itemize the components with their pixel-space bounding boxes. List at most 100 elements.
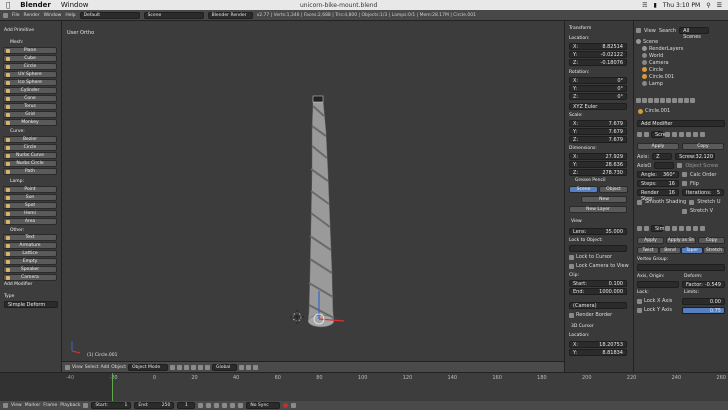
bezier-button[interactable]: Bezier xyxy=(3,136,57,143)
end-frame-field[interactable]: End: 250 xyxy=(134,402,175,409)
axis-select[interactable]: Z xyxy=(652,153,673,160)
cursor-x-field[interactable]: X: 18.20753 xyxy=(569,341,627,348)
editmode-toggle-icon[interactable] xyxy=(679,132,684,137)
outliner-item-scene[interactable]: Scene xyxy=(636,38,726,45)
cone-button[interactable]: Cone xyxy=(3,95,57,102)
cursor-header[interactable]: 3D Cursor xyxy=(571,323,594,330)
lock-cursor-row[interactable]: Lock to Cursor xyxy=(569,254,612,260)
menu-help[interactable]: Help xyxy=(65,13,75,18)
move-up-icon[interactable] xyxy=(686,132,691,137)
select-menu[interactable]: Select xyxy=(85,365,99,370)
object-screw-checkbox[interactable] xyxy=(677,163,683,168)
material-tab-icon[interactable] xyxy=(684,98,689,103)
mode-taper-tab[interactable]: Taper xyxy=(681,247,703,254)
vertex-group-field[interactable] xyxy=(637,264,725,271)
stretch-v-checkbox[interactable] xyxy=(682,208,687,214)
pivot-icon[interactable] xyxy=(176,364,182,370)
view-menu[interactable]: View xyxy=(72,365,83,370)
add-menu[interactable]: Add xyxy=(101,365,110,370)
wifi-icon[interactable]: ☴ xyxy=(642,2,647,9)
dimension-y-field[interactable]: Y: 28.636 xyxy=(569,161,627,168)
outliner-search-menu[interactable]: Search xyxy=(659,28,676,34)
outliner-item-circle[interactable]: Circle xyxy=(636,66,726,73)
keying-set-icon[interactable] xyxy=(291,403,297,408)
menu-list-icon[interactable]: ☰ xyxy=(717,2,722,9)
outliner-view-menu[interactable]: View xyxy=(644,28,656,34)
close-icon[interactable] xyxy=(700,226,705,231)
axis-object-field[interactable] xyxy=(654,162,675,169)
uv-sphere-button[interactable]: UV Sphere xyxy=(3,71,57,78)
text-button[interactable]: Text xyxy=(3,234,57,241)
next-keyframe-icon[interactable] xyxy=(230,403,236,408)
move-down-icon[interactable] xyxy=(693,226,698,231)
menu-file[interactable]: File xyxy=(12,13,20,18)
data-tab-icon[interactable] xyxy=(678,98,683,103)
modifiers-tab-icon[interactable] xyxy=(672,98,677,103)
lock-camera-row[interactable]: Lock Camera to View xyxy=(569,263,629,269)
snap-icon[interactable] xyxy=(245,364,251,370)
render-border-checkbox[interactable] xyxy=(569,312,574,318)
curve-circle-button[interactable]: Circle xyxy=(3,144,57,151)
move-down-icon[interactable] xyxy=(693,132,698,137)
gp-scene-button[interactable]: Scene xyxy=(569,186,598,193)
hemi-lamp-button[interactable]: Hemi xyxy=(3,210,57,217)
shading-icon[interactable] xyxy=(169,364,175,370)
search-icon[interactable]: ⚲ xyxy=(706,2,710,9)
sun-lamp-button[interactable]: Sun xyxy=(3,194,57,201)
render-icon[interactable] xyxy=(252,364,258,370)
editor-type-icon[interactable] xyxy=(3,403,8,408)
rotation-z-field[interactable]: Z: 0° xyxy=(569,93,627,100)
lock-x-checkbox[interactable] xyxy=(637,298,642,304)
limit-min-field[interactable]: 0.00 xyxy=(682,298,725,305)
render-border-row[interactable]: Render Border xyxy=(569,312,612,318)
modifier-type-select[interactable]: Simple Deform xyxy=(4,301,58,308)
rotate-icon[interactable] xyxy=(197,364,203,370)
current-frame-field[interactable]: 1 xyxy=(177,402,196,409)
sync-select[interactable]: No Sync xyxy=(246,402,281,409)
mode-twist-tab[interactable]: Twist xyxy=(637,247,659,254)
preview-range-icon[interactable] xyxy=(83,403,89,408)
factor-field[interactable]: Factor: -0.549 xyxy=(682,281,725,288)
armature-button[interactable]: Armature xyxy=(3,242,57,249)
render-toggle-icon[interactable] xyxy=(665,132,670,137)
layers-tab-icon[interactable] xyxy=(642,98,647,103)
sd-apply-button[interactable]: Apply xyxy=(637,237,664,244)
timeline-view-menu[interactable]: View xyxy=(11,403,22,408)
sd-copy-button[interactable]: Copy xyxy=(698,237,725,244)
location-y-field[interactable]: Y: -0.02122 xyxy=(569,51,627,58)
lock-y-checkbox[interactable] xyxy=(637,307,642,313)
speaker-button[interactable]: Speaker xyxy=(3,266,57,273)
monkey-button[interactable]: Monkey xyxy=(3,119,57,126)
transform-header[interactable]: Transform xyxy=(569,25,591,32)
torus-button[interactable]: Torus xyxy=(3,103,57,110)
battery-icon[interactable]: ▮ xyxy=(654,2,657,9)
grease-pencil-header[interactable]: Grease Pencil xyxy=(575,177,605,184)
area-lamp-button[interactable]: Area xyxy=(3,218,57,225)
apple-icon[interactable]:  xyxy=(6,1,10,9)
camera-button[interactable]: Camera xyxy=(3,274,57,281)
close-icon[interactable] xyxy=(700,132,705,137)
mode-stretch-tab[interactable]: Stretch xyxy=(703,247,725,254)
scene-select[interactable]: Scene xyxy=(143,11,204,19)
gp-new-layer-button[interactable]: New Layer xyxy=(569,206,627,213)
window-menu[interactable]: Window xyxy=(61,1,89,9)
outliner-item-lamp[interactable]: Lamp xyxy=(636,80,726,87)
jump-start-icon[interactable] xyxy=(198,403,204,408)
screw-copy-button[interactable]: Copy xyxy=(682,143,724,150)
timeline-editor[interactable]: -40 -20 0 20 40 60 80 100 120 140 160 18… xyxy=(0,372,728,402)
nurbs-curve-button[interactable]: Nurbs Curve xyxy=(3,152,57,159)
nurbs-circle-button[interactable]: Nurbs Circle xyxy=(3,160,57,167)
scale-icon[interactable] xyxy=(204,364,210,370)
3d-viewport[interactable]: User Ortho (1) Circle.001 xyxy=(62,21,564,361)
layer-icon[interactable] xyxy=(238,364,244,370)
add-primitive-header[interactable]: Add Primitive xyxy=(4,27,34,34)
outliner-item-world[interactable]: World xyxy=(636,52,726,59)
stretch-u-checkbox[interactable] xyxy=(689,199,695,205)
lens-field[interactable]: Lens: 35.000 xyxy=(569,228,627,235)
object-menu[interactable]: Object xyxy=(111,365,126,370)
translate-icon[interactable] xyxy=(190,364,196,370)
mode-bend-tab[interactable]: Bend xyxy=(659,247,681,254)
play-icon[interactable] xyxy=(222,403,228,408)
ico-sphere-button[interactable]: Ico Sphere xyxy=(3,79,57,86)
menu-render[interactable]: Render xyxy=(24,13,40,18)
